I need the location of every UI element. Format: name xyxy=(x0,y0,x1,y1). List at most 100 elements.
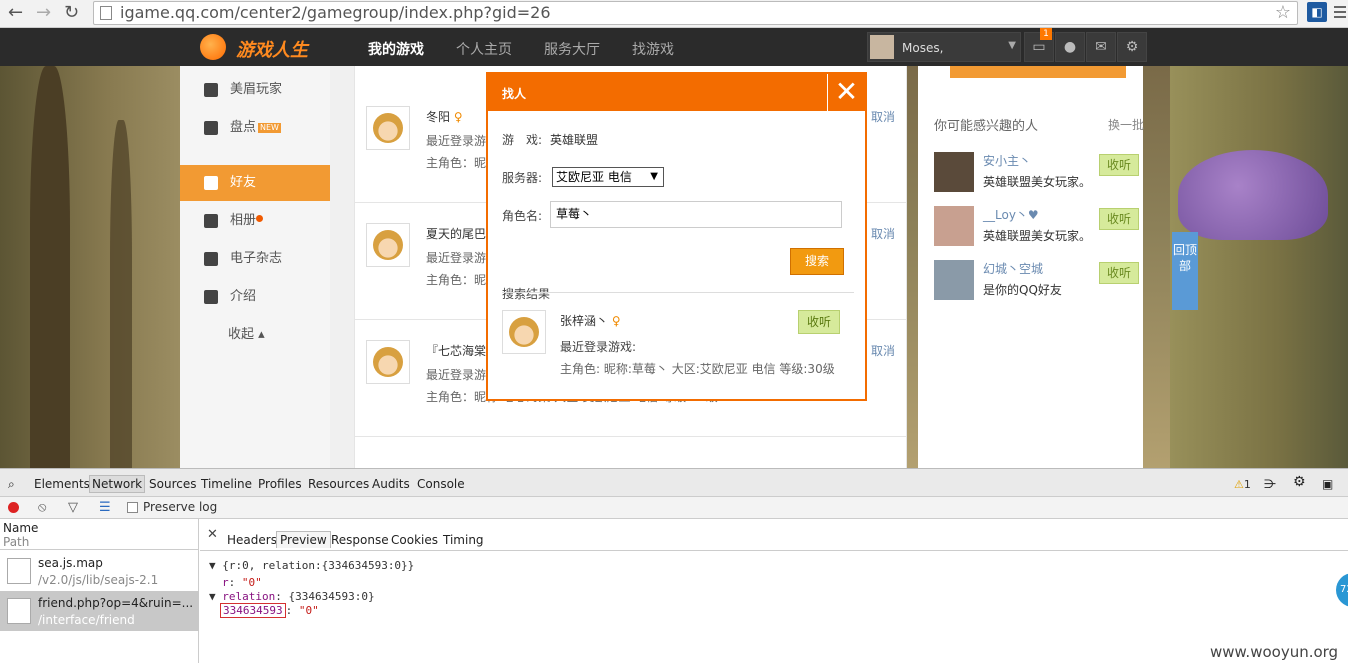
close-icon[interactable]: ✕ xyxy=(827,74,865,111)
extension-icon[interactable]: ◧ xyxy=(1307,2,1327,22)
preserve-log-checkbox[interactable] xyxy=(127,502,138,513)
chevron-down-icon: ▼ xyxy=(650,171,658,182)
nav-home[interactable]: 个人主页 xyxy=(456,39,512,59)
mail-icon[interactable]: ✉ xyxy=(1086,32,1116,62)
site-header: 游戏人生 我的游戏 个人主页 服务大厅 找游戏 Moses, ▼ ▭ ● ✉ ⚙ xyxy=(0,28,1348,66)
star-icon[interactable]: ☆ xyxy=(1275,2,1291,24)
view-list-icon[interactable]: ☰ xyxy=(99,500,111,515)
friend-avatar[interactable] xyxy=(366,340,410,384)
tab-headers[interactable]: Headers xyxy=(227,533,277,547)
back-icon[interactable]: ← xyxy=(8,3,23,23)
record-icon[interactable] xyxy=(8,502,19,513)
console-drawer-icon[interactable]: ⋺ xyxy=(1264,477,1276,491)
friend-name[interactable]: 冬阳 ♀ xyxy=(426,108,463,125)
address-bar[interactable]: igame.qq.com/center2/gamegroup/index.php… xyxy=(93,1,1298,25)
warning-icon: ⚠ xyxy=(1234,478,1244,491)
friend-name[interactable]: 『七芯海棠 xyxy=(426,342,486,359)
logo-icon[interactable] xyxy=(200,34,226,60)
close-icon[interactable]: ✕ xyxy=(207,527,218,542)
warning-count[interactable]: ⚠1 xyxy=(1234,478,1251,491)
profile-icon[interactable]: ● xyxy=(1055,32,1085,62)
orange-banner-button[interactable] xyxy=(950,66,1126,78)
request-list-header[interactable]: Name Path xyxy=(0,519,199,550)
menu-icon[interactable] xyxy=(1334,6,1346,20)
sidebar-item-beauty[interactable]: 美眉玩家 xyxy=(180,72,330,108)
sidebar-item-intro[interactable]: 介绍 xyxy=(180,279,330,315)
person-photo[interactable] xyxy=(934,260,974,300)
tab-timing[interactable]: Timing xyxy=(443,533,484,547)
friend-avatar[interactable] xyxy=(366,106,410,150)
back-to-top-button[interactable]: 回顶部 xyxy=(1172,232,1198,310)
devtools-tabbar: ⌕ Elements Network Sources Timeline Prof… xyxy=(0,468,1348,497)
logo-text[interactable]: 游戏人生 xyxy=(236,36,308,62)
clear-icon[interactable]: ⦸ xyxy=(38,500,46,515)
request-name: friend.php?op=4&ruin=... xyxy=(38,596,194,610)
preserve-log-label: Preserve log xyxy=(143,500,218,514)
dock-icon[interactable]: ▣ xyxy=(1322,477,1333,491)
person-photo[interactable] xyxy=(934,206,974,246)
result-name[interactable]: 张梓涵丶 ♀ xyxy=(560,312,621,329)
nav-my-games[interactable]: 我的游戏 xyxy=(368,39,424,59)
forest-background-left xyxy=(0,66,180,468)
find-person-dialog: 找人 ✕ 游 戏: 英雄联盟 服务器: 艾欧尼亚 电信 ▼ 角色名: 草莓丶 搜索… xyxy=(486,72,867,401)
gear-icon[interactable]: ⚙ xyxy=(1117,32,1147,62)
inspect-icon[interactable]: ⌕ xyxy=(8,477,15,492)
request-row[interactable]: sea.js.map /v2.0/js/lib/seajs-2.1 xyxy=(0,551,199,591)
json-root[interactable]: ▼ {r:0, relation:{334634593:0}} xyxy=(209,559,414,572)
request-detail-tabs: ✕ Headers Preview Response Cookies Timin… xyxy=(200,519,1348,551)
nav-service[interactable]: 服务大厅 xyxy=(544,39,600,59)
recommend-person: 幻城丶空城 是你的QQ好友 收听 xyxy=(934,260,1139,300)
tab-audits[interactable]: Audits xyxy=(372,477,410,491)
unfollow-link[interactable]: 取消 xyxy=(871,225,895,242)
filter-icon[interactable]: ▽ xyxy=(68,500,78,515)
friend-name[interactable]: 夏天的尾巴 xyxy=(426,225,486,242)
person-name[interactable]: 安小主丶 xyxy=(983,152,1031,169)
sidebar-item-friends[interactable]: 好友 xyxy=(180,165,330,201)
game-label: 游 戏: xyxy=(502,133,543,147)
person-desc: 是你的QQ好友 xyxy=(983,283,1062,297)
friend-last-game: 最近登录游 xyxy=(426,251,487,265)
follow-button[interactable]: 收听 xyxy=(1099,262,1139,284)
follow-button[interactable]: 收听 xyxy=(1099,154,1139,176)
dialog-title: 找人 xyxy=(502,87,527,101)
follow-button[interactable]: 收听 xyxy=(1099,208,1139,230)
tab-sources[interactable]: Sources xyxy=(149,477,196,491)
reload-icon[interactable]: ↻ xyxy=(64,3,79,23)
tab-elements[interactable]: Elements xyxy=(34,477,90,491)
tab-console[interactable]: Console xyxy=(417,477,465,491)
tab-preview[interactable]: Preview xyxy=(276,531,331,548)
request-row-selected[interactable]: friend.php?op=4&ruin=... /interface/frie… xyxy=(0,591,199,631)
sidebar-item-review[interactable]: 盘点 NEW xyxy=(180,110,330,146)
server-label: 服务器: xyxy=(502,171,543,185)
tab-response[interactable]: Response xyxy=(331,533,389,547)
tab-profiles[interactable]: Profiles xyxy=(258,477,302,491)
sidebar-item-magazine[interactable]: 电子杂志 xyxy=(180,241,330,277)
swap-link[interactable]: 换一批 xyxy=(1108,116,1144,133)
friend-main-role: 主角色：昵 xyxy=(426,156,487,170)
unfollow-link[interactable]: 取消 xyxy=(871,342,895,359)
role-name-input[interactable]: 草莓丶 xyxy=(550,201,842,228)
result-avatar[interactable] xyxy=(502,310,546,354)
forward-icon[interactable]: → xyxy=(36,3,51,23)
tab-network[interactable]: Network xyxy=(89,475,146,493)
watermark: www.wooyun.org xyxy=(1210,643,1339,661)
sidebar-collapse[interactable]: 收起 ▴ xyxy=(180,317,330,353)
json-id-entry: 334634593: "0" xyxy=(220,603,319,618)
unfollow-link[interactable]: 取消 xyxy=(871,108,895,125)
tab-resources[interactable]: Resources xyxy=(308,477,369,491)
gear-icon[interactable]: ⚙ xyxy=(1293,474,1306,490)
search-button[interactable]: 搜索 xyxy=(790,248,844,275)
user-menu[interactable]: Moses, ▼ xyxy=(867,32,1021,62)
friend-avatar[interactable] xyxy=(366,223,410,267)
follow-button[interactable]: 收听 xyxy=(798,310,840,334)
server-select[interactable]: 艾欧尼亚 电信 ▼ xyxy=(552,167,664,187)
request-path: /v2.0/js/lib/seajs-2.1 xyxy=(38,573,159,587)
json-relation-entry[interactable]: ▼ relation: {334634593:0} xyxy=(209,590,375,603)
person-photo[interactable] xyxy=(934,152,974,192)
nav-find-games[interactable]: 找游戏 xyxy=(632,39,674,59)
person-name[interactable]: __Loy丶♥ xyxy=(983,206,1039,223)
person-name[interactable]: 幻城丶空城 xyxy=(983,260,1043,277)
sidebar-item-album[interactable]: 相册 xyxy=(180,203,330,239)
tab-timeline[interactable]: Timeline xyxy=(201,477,252,491)
tab-cookies[interactable]: Cookies xyxy=(391,533,438,547)
